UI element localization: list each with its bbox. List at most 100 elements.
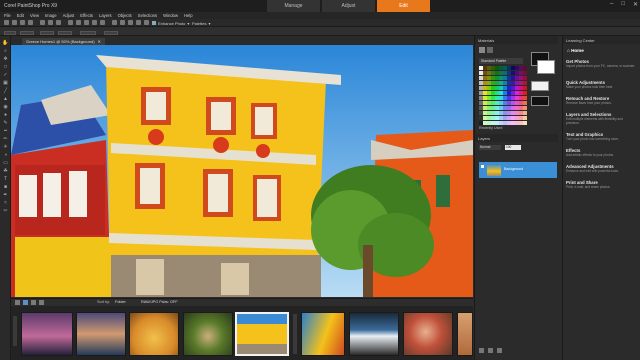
dropper-tool-icon[interactable]: ✓ [2,72,9,78]
redo-icon[interactable] [56,20,61,25]
pen-tool-icon[interactable]: ✒ [2,192,9,198]
lc-item-quick-adjustments[interactable]: Quick Adjustments Make your photos look … [566,80,636,89]
color-swatch[interactable] [523,101,527,105]
actual-size-field[interactable] [80,31,96,35]
thumbnail-greek-houses[interactable] [235,312,289,356]
smart-carver-icon[interactable]: ✂ [2,208,9,214]
color-swatch[interactable] [523,91,527,95]
raw-jpg-pairs-toggle[interactable]: RAW/JPG Pairs: OFF [141,300,178,304]
info-icon[interactable] [23,300,28,305]
tab-adjust[interactable]: Adjust [321,0,375,12]
browse-icon[interactable] [15,300,20,305]
maximize-icon[interactable]: □ [621,1,625,8]
menu-view[interactable]: View [30,13,39,18]
zoom-tool-icon[interactable]: ⌕ [2,48,9,54]
menu-objects[interactable]: Objects [118,13,132,18]
close-icon[interactable]: ✕ [633,1,638,8]
fill-icon[interactable]: ☘ [2,168,9,174]
perspective-tool-icon[interactable]: ▲ [2,96,9,102]
zoom-field[interactable] [20,31,34,35]
thumbnail-window[interactable] [183,312,233,356]
lighten-darken-icon[interactable]: ◑ [2,152,9,158]
menu-layers[interactable]: Layers [99,13,112,18]
color-swatch-grid[interactable] [479,66,527,126]
mirror-icon[interactable] [100,20,105,25]
clone-tool-icon[interactable]: ✎ [2,120,9,126]
thumbnail-greek-houses-2[interactable] [301,312,345,356]
crop-icon[interactable] [68,20,73,25]
color-swatch[interactable] [523,76,527,80]
save-icon[interactable] [20,20,25,25]
eraser-icon[interactable]: ▭ [2,160,9,166]
thumbnail-sunset-pier[interactable] [21,312,73,356]
thumbnail-ornament[interactable] [129,312,179,356]
pick-tool-icon[interactable]: ✥ [2,56,9,62]
thumbnail-interior[interactable] [349,312,399,356]
background-material[interactable] [531,96,549,106]
layers-icon[interactable] [112,20,117,25]
filmstrip-scroll-left[interactable] [13,316,17,346]
menu-help[interactable]: Help [184,13,193,18]
save-as-icon[interactable] [28,20,33,25]
color-swatch[interactable] [523,81,527,85]
color-swatch[interactable] [523,86,527,90]
color-swatch[interactable] [523,116,527,120]
new-layer-icon[interactable] [479,348,484,353]
image-canvas[interactable] [11,45,473,297]
crop-tool-icon[interactable]: ▣ [2,80,9,86]
lc-item-advanced-adjustments[interactable]: Advanced Adjustments Enhance and edit wi… [566,164,636,173]
scratch-remover-icon[interactable]: ━ [2,128,9,134]
smart-fix-icon[interactable] [136,20,141,25]
histogram-icon[interactable] [120,20,125,25]
color-swatch[interactable] [523,121,527,125]
mask-icon[interactable] [488,348,493,353]
menu-selections[interactable]: Selections [138,13,157,18]
lc-item-layers-selections[interactable]: Layers and Selections Edit multiple elem… [566,112,636,125]
swatches-icon[interactable] [487,47,493,53]
minimize-icon[interactable]: – [610,1,613,8]
pan-tool-icon[interactable]: ✋ [2,40,9,46]
lc-item-get-photos[interactable]: Get Photos Import photos from your PC, c… [566,59,636,68]
red-eye-tool-icon[interactable]: ◉ [2,104,9,110]
menu-window[interactable]: Window [163,13,178,18]
shape-tool-icon[interactable]: ■ [2,184,9,190]
resize-icon[interactable] [76,20,81,25]
opacity-field[interactable]: 100 [505,145,521,150]
layer-row-background[interactable]: Background [479,162,557,178]
paint-brush-icon[interactable]: ✏ [2,136,9,142]
palette-dropdown[interactable]: Standard Palette [479,58,523,64]
zoom-more-field[interactable] [58,31,72,35]
makeover-tool-icon[interactable]: ● [2,112,9,118]
lc-item-print-share[interactable]: Print and Share Print, e-mail, and share… [566,180,636,189]
selection-tool-icon[interactable]: □ [2,64,9,70]
color-swatch[interactable] [523,106,527,110]
open-file-icon[interactable] [12,20,17,25]
red-eye-icon[interactable] [144,20,149,25]
presets-dropdown[interactable] [4,31,16,35]
undo-icon[interactable] [48,20,53,25]
menu-effects[interactable]: Effects [80,13,93,18]
thumbnail-coast[interactable] [76,312,126,356]
new-file-icon[interactable] [4,20,9,25]
tab-edit[interactable]: Edit [376,0,430,12]
text-tool-icon[interactable]: T [2,176,9,182]
rotate-icon[interactable] [84,20,89,25]
menu-file[interactable]: File [4,13,11,18]
lc-item-retouch-restore[interactable]: Retouch and Restore Remove flaws from yo… [566,96,636,105]
one-step-fix-icon[interactable] [128,20,133,25]
warp-brush-icon[interactable]: ≈ [2,200,9,206]
print-icon[interactable] [40,20,45,25]
blend-mode-dropdown[interactable]: Normal [479,145,501,150]
menu-image[interactable]: Image [45,13,57,18]
visibility-icon[interactable] [481,165,484,168]
palettes-dropdown[interactable]: Palettes ▾ [192,20,210,26]
tab-manage[interactable]: Manage [266,0,320,12]
thumbnail-portrait[interactable] [403,312,453,356]
straighten-tool-icon[interactable]: ╱ [2,88,9,94]
filter-icon[interactable] [39,300,44,305]
tag-icon[interactable] [31,300,36,305]
background-color-swatch[interactable] [537,60,555,74]
frame-icon[interactable] [479,47,485,53]
thumbnail-autumn[interactable] [457,312,473,356]
enhance-photo-dropdown[interactable]: Enhance Photo ▾ [152,20,189,26]
